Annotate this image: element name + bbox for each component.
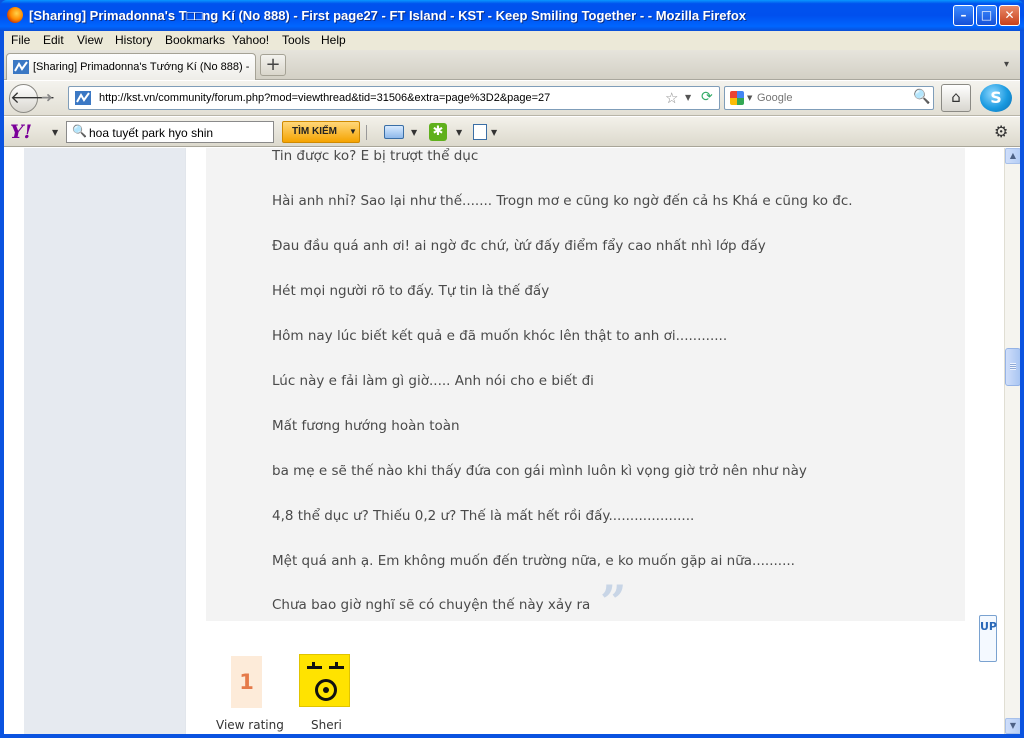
search-engine-chevron-down-icon[interactable]: ▼ [747, 94, 752, 102]
yahoo-toolbar: Y! ▼ 🔍 TÌM KIẾM ▼ ▼ ✱ ▼ ▼ ⚙ [4, 117, 1020, 147]
yahoo-logo[interactable]: Y! [10, 121, 32, 143]
scroll-down-arrow-icon[interactable]: ▼ [1005, 718, 1020, 734]
tab-active[interactable]: [Sharing] Primadonna's Tướng Kí (No 888)… [6, 53, 256, 80]
url-text[interactable]: http://kst.vn/community/forum.php?mod=vi… [99, 92, 550, 104]
post-line: Lúc này e fải làm gì giờ..... Anh nói ch… [272, 373, 594, 389]
navigation-bar: 🡐 ➜ http://kst.vn/community/forum.php?mo… [4, 81, 1020, 116]
back-button[interactable]: 🡐 [9, 84, 56, 113]
rater-name-link[interactable]: Sheri [311, 718, 342, 732]
tab-label: [Sharing] Primadonna's Tướng Kí (No 888)… [33, 61, 253, 73]
post-line: Tin được ko? E bị trượt thể dục [272, 148, 479, 164]
yahoo-menu-chevron-down-icon[interactable]: ▼ [52, 128, 58, 137]
toolbar-divider [366, 125, 367, 140]
minimize-button[interactable]: – [953, 5, 974, 26]
google-icon[interactable] [730, 91, 744, 105]
site-favicon-icon [13, 60, 29, 74]
maximize-button[interactable]: □ [976, 5, 997, 26]
widgets-icon[interactable]: ✱ [429, 123, 447, 141]
menu-yahoo[interactable]: Yahoo! [232, 33, 269, 47]
scroll-up-arrow-icon[interactable]: ▲ [1005, 148, 1020, 164]
post-line: 4,8 thể dục ư? Thiếu 0,2 ư? Thế là mất h… [272, 508, 695, 524]
chevron-down-icon: ▼ [349, 127, 357, 136]
rater-avatar[interactable] [299, 654, 350, 707]
menu-help[interactable]: Help [321, 33, 346, 47]
menu-bookmarks[interactable]: Bookmarks [165, 33, 225, 47]
avatar-feature [329, 666, 344, 669]
post-line: Hài anh nhỉ? Sao lại như thế....... Trog… [272, 193, 853, 209]
menu-edit[interactable]: Edit [43, 33, 64, 47]
yahoo-search-button[interactable]: TÌM KIẾM ▼ [282, 121, 360, 143]
mail-icon[interactable] [384, 125, 404, 139]
menu-tools[interactable]: Tools [282, 33, 310, 47]
bookmark-star-icon[interactable]: ☆ [665, 89, 678, 107]
post-body: Tin được ko? E bị trượt thể dục Hài anh … [185, 148, 1004, 734]
search-input[interactable] [757, 90, 907, 106]
scrollbar-thumb[interactable] [1005, 348, 1020, 386]
title-bar[interactable]: [Sharing] Primadonna's T□□ng Kí (No 888)… [0, 0, 1024, 31]
post-line: Mất fương hướng hoàn toàn [272, 418, 460, 434]
tab-list-chevron-down-icon[interactable]: ▾ [1004, 59, 1009, 70]
site-favicon-icon [75, 91, 91, 105]
post-line: Hét mọi người rõ to đấy. Tự tin là thế đ… [272, 283, 550, 299]
view-rating-link[interactable]: View rating [216, 718, 284, 732]
forward-button[interactable]: ➜ [41, 90, 53, 106]
avatar-feature [315, 679, 337, 701]
mail-chevron-down-icon[interactable]: ▼ [411, 128, 417, 137]
post-line: Mệt quá anh ạ. Em không muốn đến trường … [272, 553, 795, 569]
rating-count-badge[interactable]: 1 [231, 656, 262, 708]
url-bar[interactable]: http://kst.vn/community/forum.php?mod=vi… [68, 86, 720, 110]
close-button[interactable]: ✕ [999, 5, 1020, 26]
post-line: ba mẹ e sẽ thế nào khi thấy đứa con gái … [272, 463, 807, 479]
vertical-scrollbar[interactable]: ▲ ▼ [1004, 148, 1020, 734]
post-line: Chưa bao giờ nghĩ sẽ có chuyện thế này x… [272, 597, 591, 613]
search-bar[interactable]: ▼ 🔍 [724, 86, 934, 110]
close-quote-icon: ” [600, 575, 627, 629]
reload-icon[interactable]: ⟳ [701, 89, 713, 105]
clipboard-icon[interactable] [473, 124, 487, 140]
menu-file[interactable]: File [11, 33, 30, 47]
avatar-feature [307, 666, 322, 669]
menu-bar: File Edit View History Bookmarks Yahoo! … [4, 31, 1020, 50]
quote-block: Tin được ko? E bị trượt thể dục Hài anh … [206, 148, 965, 625]
author-sidebar [24, 148, 185, 734]
search-icon: 🔍 [72, 124, 87, 138]
gear-icon[interactable]: ⚙ [994, 122, 1008, 141]
yahoo-search-box[interactable]: 🔍 [66, 121, 274, 143]
home-button[interactable]: ⌂ [941, 84, 971, 112]
yahoo-search-button-label: TÌM KIẾM [292, 126, 337, 137]
post-line: Đau đầu quá anh ơi! ai ngờ đc chứ, ừứ đấ… [272, 238, 766, 254]
new-tab-button[interactable]: + [260, 54, 286, 76]
window-title: [Sharing] Primadonna's T□□ng Kí (No 888)… [29, 8, 747, 23]
post-line: Hôm nay lúc biết kết quả e đã muốn khóc … [272, 328, 728, 344]
browser-window: [Sharing] Primadonna's T□□ng Kí (No 888)… [0, 0, 1024, 738]
menu-history[interactable]: History [115, 33, 152, 47]
url-history-chevron-down-icon[interactable]: ▼ [685, 93, 691, 102]
firefox-icon [7, 7, 23, 23]
page-viewport: Tin được ko? E bị trượt thể dục Hài anh … [4, 148, 1004, 734]
yahoo-search-input[interactable] [89, 125, 269, 140]
browser-client: File Edit View History Bookmarks Yahoo! … [4, 31, 1020, 734]
widgets-chevron-down-icon[interactable]: ▼ [456, 128, 462, 137]
clipboard-chevron-down-icon[interactable]: ▼ [491, 128, 497, 137]
menu-view[interactable]: View [77, 33, 103, 47]
skype-icon[interactable]: S [980, 84, 1012, 112]
tab-strip: [Sharing] Primadonna's Tướng Kí (No 888)… [4, 50, 1020, 80]
back-to-top-button[interactable]: UP [979, 615, 997, 662]
search-magnifier-icon[interactable]: 🔍 [913, 89, 930, 105]
